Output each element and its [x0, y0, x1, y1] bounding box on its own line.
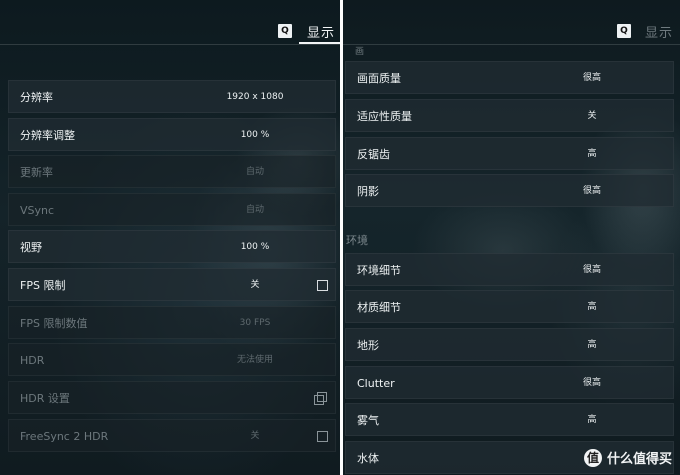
- setting-row-hdr[interactable]: HDR 无法使用: [8, 343, 336, 376]
- setting-label: 视野: [20, 241, 42, 254]
- setting-row-fps-limit-value[interactable]: FPS 限制数值 30 FPS: [8, 306, 336, 339]
- setting-label: 雾气: [357, 414, 379, 427]
- setting-row-clutter[interactable]: Clutter 很高: [345, 366, 674, 399]
- checkbox-icon[interactable]: [317, 431, 328, 442]
- setting-label: 分辨率: [20, 91, 53, 104]
- setting-row-adaptive-quality[interactable]: 适应性质量 关: [345, 99, 674, 132]
- setting-value: 很高: [582, 73, 601, 83]
- setting-value: 关: [587, 111, 597, 121]
- setting-label: HDR 设置: [20, 392, 70, 405]
- right-header: Q 显示: [343, 0, 680, 46]
- setting-value: 很高: [582, 265, 601, 275]
- setting-value: 自动: [245, 167, 264, 177]
- section-label-partial: 画: [355, 47, 365, 57]
- setting-label: FPS 限制数值: [20, 317, 88, 330]
- setting-value: 100 %: [240, 130, 270, 140]
- left-header: Q 显示: [0, 0, 340, 46]
- setting-value: 30 FPS: [239, 318, 271, 328]
- setting-row-fog[interactable]: 雾气 高: [345, 403, 674, 436]
- q-key-hint-icon[interactable]: Q: [278, 24, 292, 38]
- setting-row-field-of-view[interactable]: 视野 100 %: [8, 230, 336, 263]
- setting-row-hdr-settings[interactable]: HDR 设置: [8, 381, 336, 414]
- setting-row-environment-detail[interactable]: 环境细节 很高: [345, 253, 674, 286]
- header-divider: [0, 44, 340, 45]
- left-settings-panel: Q 显示 分辨率 1920 x 1080 分辨率调整 100 % 更新率 自动 …: [0, 0, 340, 475]
- setting-label: VSync: [20, 204, 55, 217]
- watermark-badge-icon: 值: [583, 448, 602, 467]
- setting-value: 高: [587, 302, 597, 312]
- checkbox-icon[interactable]: [317, 280, 328, 291]
- setting-row-resolution-scale[interactable]: 分辨率调整 100 %: [8, 118, 336, 151]
- setting-row-fps-limit[interactable]: FPS 限制 关: [8, 268, 336, 301]
- setting-row-anti-aliasing[interactable]: 反锯齿 高: [345, 137, 674, 170]
- setting-value: 很高: [582, 378, 601, 388]
- section-label-environment: 环境: [346, 234, 368, 247]
- setting-value: 高: [587, 340, 597, 350]
- setting-label: 分辨率调整: [20, 129, 75, 142]
- setting-row-graphics-quality[interactable]: 画面质量 很高: [345, 61, 674, 94]
- setting-label: 反锯齿: [357, 148, 390, 161]
- setting-label: 环境细节: [357, 264, 401, 277]
- setting-value: 自动: [245, 205, 264, 215]
- setting-label: 阴影: [357, 185, 379, 198]
- setting-value: 1920 x 1080: [226, 92, 284, 102]
- setting-label: 地形: [357, 339, 379, 352]
- setting-row-terrain[interactable]: 地形 高: [345, 328, 674, 361]
- setting-label: 水体: [357, 452, 379, 465]
- setting-value: 关: [250, 280, 260, 290]
- setting-value: 高: [587, 149, 597, 159]
- setting-label: 画面质量: [357, 72, 401, 85]
- tab-display[interactable]: 显示: [307, 22, 335, 41]
- setting-row-refresh-rate[interactable]: 更新率 自动: [8, 155, 336, 188]
- setting-row-freesync-hdr[interactable]: FreeSync 2 HDR 关: [8, 419, 336, 452]
- setting-value: 关: [250, 431, 260, 441]
- setting-value: 很高: [582, 186, 601, 196]
- setting-row-resolution[interactable]: 分辨率 1920 x 1080: [8, 80, 336, 113]
- right-settings-panel: Q 显示 画 画面质量 很高 适应性质量 关 反锯齿 高 阴影 很高 环境 环境…: [343, 0, 680, 475]
- setting-value: 高: [587, 415, 597, 425]
- q-key-hint-icon[interactable]: Q: [617, 24, 631, 38]
- copy-icon[interactable]: [314, 392, 327, 405]
- setting-label: FreeSync 2 HDR: [20, 430, 109, 443]
- setting-label: 材质细节: [357, 301, 401, 314]
- tab-display[interactable]: 显示: [645, 22, 673, 41]
- setting-label: 适应性质量: [357, 110, 412, 123]
- watermark: 值 什么值得买: [583, 448, 672, 467]
- setting-row-texture-detail[interactable]: 材质细节 高: [345, 290, 674, 323]
- setting-label: HDR: [20, 354, 45, 367]
- watermark-text: 什么值得买: [606, 452, 672, 467]
- setting-label: Clutter: [357, 377, 395, 390]
- setting-row-shadows[interactable]: 阴影 很高: [345, 174, 674, 207]
- setting-value: 无法使用: [236, 355, 273, 365]
- header-divider: [343, 44, 680, 45]
- setting-value: 100 %: [240, 242, 270, 252]
- setting-label: FPS 限制: [20, 279, 66, 292]
- setting-label: 更新率: [20, 166, 53, 179]
- setting-row-vsync[interactable]: VSync 自动: [8, 193, 336, 226]
